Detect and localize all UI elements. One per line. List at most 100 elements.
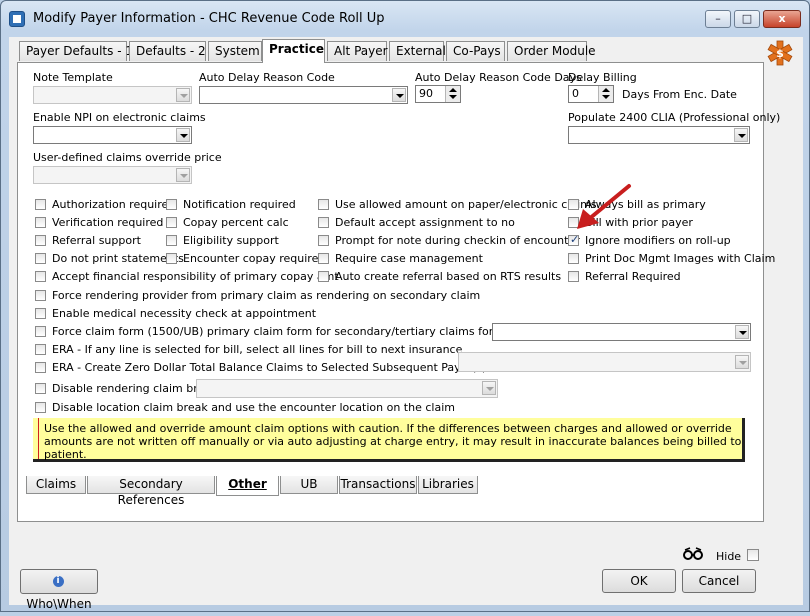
tab-co-pays[interactable]: Co-Pays [446,41,505,61]
enable-npi-select[interactable] [33,126,192,144]
authorization-required-checkbox[interactable]: Authorization required [35,197,175,213]
referral-support-checkbox[interactable]: Referral support [35,233,141,249]
tab-order-module[interactable]: Order Module [507,41,596,61]
era-select-all-lines-checkbox[interactable]: ERA - If any line is selected for bill, … [35,342,462,358]
checkbox-box[interactable] [318,234,329,246]
default-accept-assignment-checkbox[interactable]: Default accept assignment to no [318,215,515,231]
rendering-claim-break-select[interactable] [196,379,498,398]
checkbox-label: ERA - Create Zero Dollar Total Balance C… [52,361,487,374]
financial-class-select[interactable] [492,323,751,341]
tab-practice[interactable]: Practice [262,39,325,63]
eligibility-support-checkbox[interactable]: Eligibility support [166,233,279,249]
tab-alt-payer[interactable]: Alt Payer [327,41,388,61]
ok-button[interactable]: OK [602,569,676,593]
require-case-management-checkbox[interactable]: Require case management [318,251,483,267]
checkbox-box[interactable] [166,216,177,228]
days-from-enc-label: Days From Enc. Date [622,88,737,101]
subtab-transactions[interactable]: Transactions [339,476,417,494]
checkbox-box[interactable] [35,361,46,373]
use-allowed-amount-checkbox[interactable]: Use allowed amount on paper/electronic c… [318,197,597,213]
delay-billing-stepper[interactable]: 0 [568,85,614,103]
referral-required-checkbox[interactable]: Referral Required [568,269,681,285]
checkbox-box[interactable] [35,401,46,413]
checkbox-box[interactable] [35,216,46,228]
ignore-modifiers-checkbox[interactable]: Ignore modifiers on roll-up [568,232,731,249]
do-not-print-statements-checkbox[interactable]: Do not print statements [35,251,184,267]
disable-rendering-claim-break-checkbox[interactable]: Disable rendering claim break: [35,381,221,397]
prompt-for-note-checkbox[interactable]: Prompt for note during checkin of encoun… [318,233,580,249]
force-rendering-provider-checkbox[interactable]: Force rendering provider from primary cl… [35,288,480,304]
checkbox-box[interactable] [35,325,46,337]
checkbox-box[interactable] [318,216,329,228]
checkbox-box[interactable] [35,289,46,301]
close-button[interactable]: x [763,10,801,28]
checkbox-box[interactable] [166,198,177,210]
checkbox-box[interactable] [318,252,329,264]
chevron-down-icon[interactable] [735,325,749,339]
checkbox-label: Prompt for note during checkin of encoun… [335,234,580,247]
accept-financial-responsibility-checkbox[interactable]: Accept financial responsibility of prima… [35,269,339,285]
checkbox-box[interactable] [166,252,177,264]
checkbox-box[interactable] [35,343,46,355]
glasses-icon [682,547,704,561]
tab-payer-defaults-1[interactable]: Payer Defaults - 1 [19,41,133,61]
spinner-arrows-icon[interactable] [445,86,460,102]
auto-delay-days-stepper[interactable]: 90 [415,85,461,103]
chevron-down-icon[interactable] [176,128,190,142]
checkbox-box[interactable] [35,252,46,264]
whowhen-button[interactable]: i Who\When [20,569,98,611]
tab-external[interactable]: External [389,41,446,61]
checkbox-box[interactable] [318,198,329,210]
checkbox-box[interactable] [35,234,46,246]
enable-medical-necessity-checkbox[interactable]: Enable medical necessity check at appoin… [35,306,316,322]
disable-location-claim-break-checkbox[interactable]: Disable location claim break and use the… [35,400,455,416]
auto-delay-reason-code-label: Auto Delay Reason Code [199,71,335,84]
tab-system[interactable]: System [208,41,262,61]
checkbox-label: Authorization required [52,198,176,211]
checkbox-box[interactable] [568,270,579,282]
subtab-claims[interactable]: Claims [26,476,86,494]
auto-delay-reason-code-select[interactable] [199,86,408,104]
era-zero-dollar-claims-checkbox[interactable]: ERA - Create Zero Dollar Total Balance C… [35,360,486,376]
note-template-select[interactable] [33,86,192,104]
checkbox-box[interactable] [568,252,579,264]
chevron-down-icon[interactable] [734,128,748,142]
tab-defaults-2[interactable]: Defaults - 2 [129,41,206,61]
chevron-down-icon[interactable] [176,88,190,102]
subtab-other[interactable]: Other [216,476,279,496]
checkbox-label: Encounter copay required [183,252,326,265]
checkbox-box[interactable] [35,270,46,282]
subsequent-payers-select[interactable] [458,352,751,372]
hide-checkbox[interactable] [747,548,765,564]
auto-create-referral-checkbox[interactable]: Auto create referral based on RTS result… [318,269,561,285]
chevron-down-icon[interactable] [735,355,749,369]
maximize-button[interactable]: □ [734,10,760,28]
checkbox-box[interactable] [35,307,46,319]
verification-required-checkbox[interactable]: Verification required [35,215,163,231]
chevron-down-icon[interactable] [176,168,190,182]
checkbox-box[interactable] [35,198,46,210]
subtab-ub[interactable]: UB [280,476,338,494]
spinner-arrows-icon[interactable] [598,86,613,102]
minimize-button[interactable]: – [705,10,731,28]
user-override-select[interactable] [33,166,192,184]
title-bar[interactable]: Modify Payer Information - CHC Revenue C… [1,1,809,37]
checkbox-box[interactable] [568,232,579,247]
checkbox-label: Eligibility support [183,234,279,247]
checkbox-box[interactable] [318,270,329,282]
checkbox-box[interactable] [747,549,759,561]
cancel-button[interactable]: Cancel [682,569,756,593]
populate-clia-select[interactable] [568,126,750,144]
checkbox-label: Enable medical necessity check at appoin… [52,307,317,320]
chevron-down-icon[interactable] [392,88,406,102]
copay-percent-calc-checkbox[interactable]: Copay percent calc [166,215,289,231]
checkbox-label: Copay percent calc [183,216,289,229]
print-doc-mgmt-images-checkbox[interactable]: Print Doc Mgmt Images with Claim [568,251,775,267]
checkbox-box[interactable] [166,234,177,246]
subtab-secondary-references[interactable]: Secondary References [87,476,215,507]
encounter-copay-required-checkbox[interactable]: Encounter copay required [166,251,325,267]
notification-required-checkbox[interactable]: Notification required [166,197,296,213]
subtab-libraries[interactable]: Libraries [418,476,478,494]
checkbox-box[interactable] [35,382,46,394]
chevron-down-icon[interactable] [482,381,496,395]
